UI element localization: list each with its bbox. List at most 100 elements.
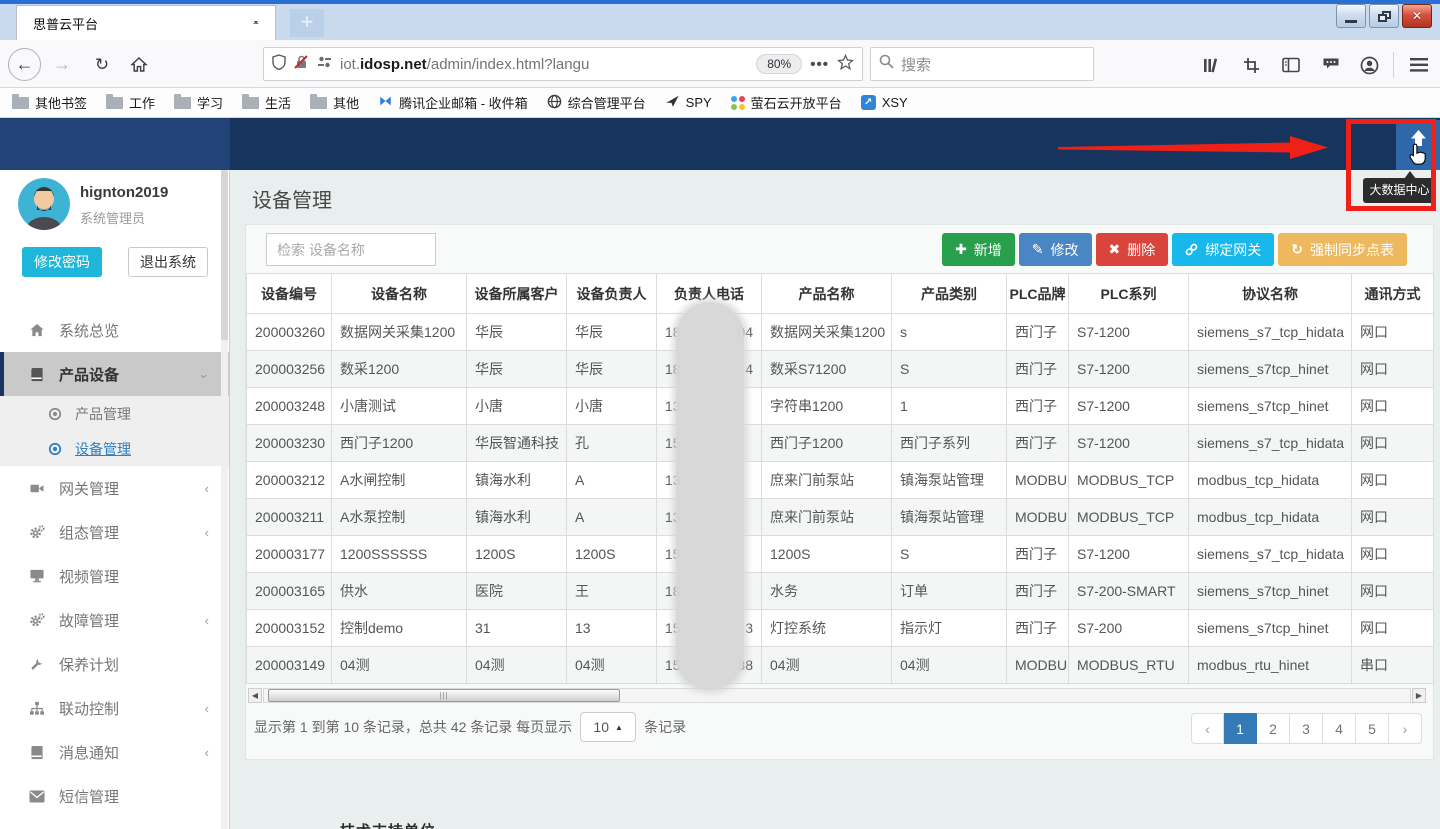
sidebar-item-device-mgmt[interactable]: 设备管理 <box>0 431 229 466</box>
delete-button[interactable]: ✖删除 <box>1096 233 1169 266</box>
column-header[interactable]: PLC品牌 <box>1007 274 1069 314</box>
forward-button[interactable]: → <box>48 48 76 81</box>
bookmark-life[interactable]: 生活 <box>242 93 291 112</box>
sidebar-item-overview[interactable]: 系统总览 <box>0 308 229 352</box>
restore-button[interactable] <box>1369 4 1399 28</box>
table-row[interactable]: 200003165供水医院王18水务订单西门子S7-200-SMARTsieme… <box>247 573 1434 610</box>
url-text[interactable]: iot.idosp.net/admin/index.html?langu <box>340 56 748 73</box>
scrollbar-thumb[interactable]: ||| <box>268 689 620 702</box>
home-button[interactable] <box>124 48 154 81</box>
per-page-select[interactable]: 10▲ <box>580 712 636 742</box>
cell-plc_series: MODBUS_TCP <box>1069 462 1189 499</box>
folder-icon <box>242 97 259 109</box>
table-row[interactable]: 200003152控制demo3113153灯控系统指示灯西门子S7-200si… <box>247 610 1434 647</box>
bookmark-study[interactable]: 学习 <box>174 93 223 112</box>
page-actions-icon[interactable]: ••• <box>810 56 829 73</box>
sidebar-item-fault[interactable]: 故障管理 ‹ <box>0 598 229 642</box>
sidebar-item-linkage[interactable]: 联动控制 ‹ <box>0 686 229 730</box>
table-row[interactable]: 200003256数采1200华辰华辰184数采S71200S西门子S7-120… <box>247 351 1434 388</box>
table-row[interactable]: 200003211A水泵控制镇海水利A13庶来门前泵站镇海泵站管理MODBUSM… <box>247 499 1434 536</box>
table-row[interactable]: 2000031771200SSSSSS1200S1200S151200SS西门子… <box>247 536 1434 573</box>
table-row[interactable]: 200003260数据网关采集1200华辰华辰1804数据网关采集1200s西门… <box>247 314 1434 351</box>
page-2[interactable]: 2 <box>1257 713 1290 744</box>
cell-product: 数采S71200 <box>762 351 892 388</box>
column-header[interactable]: 设备所属客户 <box>467 274 567 314</box>
browser-tab[interactable]: 思普云平台 ✕ <box>16 5 276 40</box>
sidebar-item-message[interactable]: 消息通知 ‹ <box>0 730 229 774</box>
bookmark-mgmt-platform[interactable]: 综合管理平台 <box>547 93 646 112</box>
sidebar-item-product-device[interactable]: 产品设备 ⌄ <box>0 352 229 396</box>
back-button[interactable]: ← <box>8 48 41 81</box>
sidebar-item-sms[interactable]: 短信管理 <box>0 774 229 818</box>
column-header[interactable]: PLC系列 <box>1069 274 1189 314</box>
page-1[interactable]: 1 <box>1224 713 1257 744</box>
url-bar[interactable]: iot.idosp.net/admin/index.html?langu 80%… <box>263 47 863 81</box>
bookmark-other[interactable]: 其他书签 <box>12 93 87 112</box>
menu-hamburger-icon[interactable] <box>1406 54 1432 76</box>
bookmark-ezviz[interactable]: 萤石云开放平台 <box>731 93 842 112</box>
column-header[interactable]: 协议名称 <box>1189 274 1352 314</box>
sidebar-item-gateway[interactable]: 网关管理 ‹ <box>0 466 229 510</box>
sidebar-item-product-mgmt[interactable]: 产品管理 <box>0 396 229 431</box>
sidebar-toggle-icon[interactable] <box>243 18 261 36</box>
bind-gateway-button[interactable]: 绑定网关 <box>1172 233 1274 266</box>
sidebar-item-video[interactable]: 视频管理 <box>0 554 229 598</box>
column-header[interactable]: 设备负责人 <box>567 274 657 314</box>
page-prev[interactable]: ‹ <box>1191 713 1224 744</box>
column-header[interactable]: 设备编号 <box>247 274 332 314</box>
column-header[interactable]: 设备名称 <box>332 274 467 314</box>
browser-search-bar[interactable]: 搜索 <box>870 47 1094 81</box>
reload-button[interactable]: ↻ <box>88 48 116 81</box>
table-row[interactable]: 20000314904测04测04测153804测04测MODBUSMODBUS… <box>247 647 1434 684</box>
table-row[interactable]: 200003248小唐测试小唐小唐13字符串12001西门子S7-1200sie… <box>247 388 1434 425</box>
scroll-right-arrow[interactable]: ▶ <box>1412 688 1426 703</box>
change-password-button[interactable]: 修改密码 <box>22 247 102 277</box>
sidebar-item-truncated[interactable] <box>0 818 229 829</box>
device-search-input[interactable] <box>266 233 436 266</box>
sidebars-icon[interactable] <box>1278 54 1304 76</box>
sidebar-scrollbar[interactable] <box>221 170 228 829</box>
column-header[interactable]: 产品类别 <box>892 274 1007 314</box>
edit-button[interactable]: ✎修改 <box>1019 233 1092 266</box>
folder-icon <box>174 97 191 109</box>
bookmark-star-icon[interactable] <box>837 54 854 75</box>
scroll-left-arrow[interactable]: ◀ <box>248 688 262 703</box>
cell-customer: 华辰 <box>467 314 567 351</box>
bookmark-xsy[interactable]: ↗XSY <box>861 95 908 110</box>
scrollbar-track[interactable]: ||| <box>263 688 1411 703</box>
cell-protocol: modbus_tcp_hidata <box>1189 462 1352 499</box>
cell-customer: 1200S <box>467 536 567 573</box>
pocket-icon[interactable] <box>1318 54 1344 76</box>
page-5[interactable]: 5 <box>1356 713 1389 744</box>
bookmark-tencent-mail[interactable]: 腾讯企业邮箱 - 收件箱 <box>378 93 528 112</box>
bookmark-work[interactable]: 工作 <box>106 93 155 112</box>
bookmark-misc[interactable]: 其他 <box>310 93 359 112</box>
library-icon[interactable] <box>1198 54 1224 76</box>
account-icon[interactable] <box>1356 54 1382 76</box>
logout-button[interactable]: 退出系统 <box>128 247 208 277</box>
bookmark-spy[interactable]: SPY <box>665 94 712 111</box>
page-next[interactable]: › <box>1389 713 1422 744</box>
horizontal-scrollbar[interactable]: ◀ ||| ▶ <box>248 687 1428 704</box>
cell-name: 控制demo <box>332 610 467 647</box>
page-3[interactable]: 3 <box>1290 713 1323 744</box>
new-tab-button[interactable]: + <box>290 9 324 37</box>
close-button[interactable]: ✕ <box>1402 4 1432 28</box>
sidebar-item-maintenance[interactable]: 保养计划 <box>0 642 229 686</box>
zoom-level-badge[interactable]: 80% <box>756 54 802 74</box>
insecure-lock-icon[interactable] <box>294 54 309 75</box>
cell-product: 数据网关采集1200 <box>762 314 892 351</box>
sidebar-item-config[interactable]: 组态管理 ‹ <box>0 510 229 554</box>
permissions-icon[interactable] <box>317 55 332 74</box>
table-row[interactable]: 200003212A水闸控制镇海水利A13庶来门前泵站镇海泵站管理MODBUSM… <box>247 462 1434 499</box>
add-button[interactable]: ✚新增 <box>942 233 1015 266</box>
column-header[interactable]: 产品名称 <box>762 274 892 314</box>
shield-icon[interactable] <box>272 54 286 75</box>
column-header[interactable]: 通讯方式 <box>1352 274 1434 314</box>
force-sync-button[interactable]: ↻强制同步点表 <box>1278 233 1407 266</box>
page-4[interactable]: 4 <box>1323 713 1356 744</box>
minimize-button[interactable] <box>1336 4 1366 28</box>
table-row[interactable]: 200003230西门子1200华辰智通科技孔15西门子1200西门子系列西门子… <box>247 425 1434 462</box>
screenshot-icon[interactable] <box>1238 54 1264 76</box>
avatar[interactable] <box>18 178 70 230</box>
